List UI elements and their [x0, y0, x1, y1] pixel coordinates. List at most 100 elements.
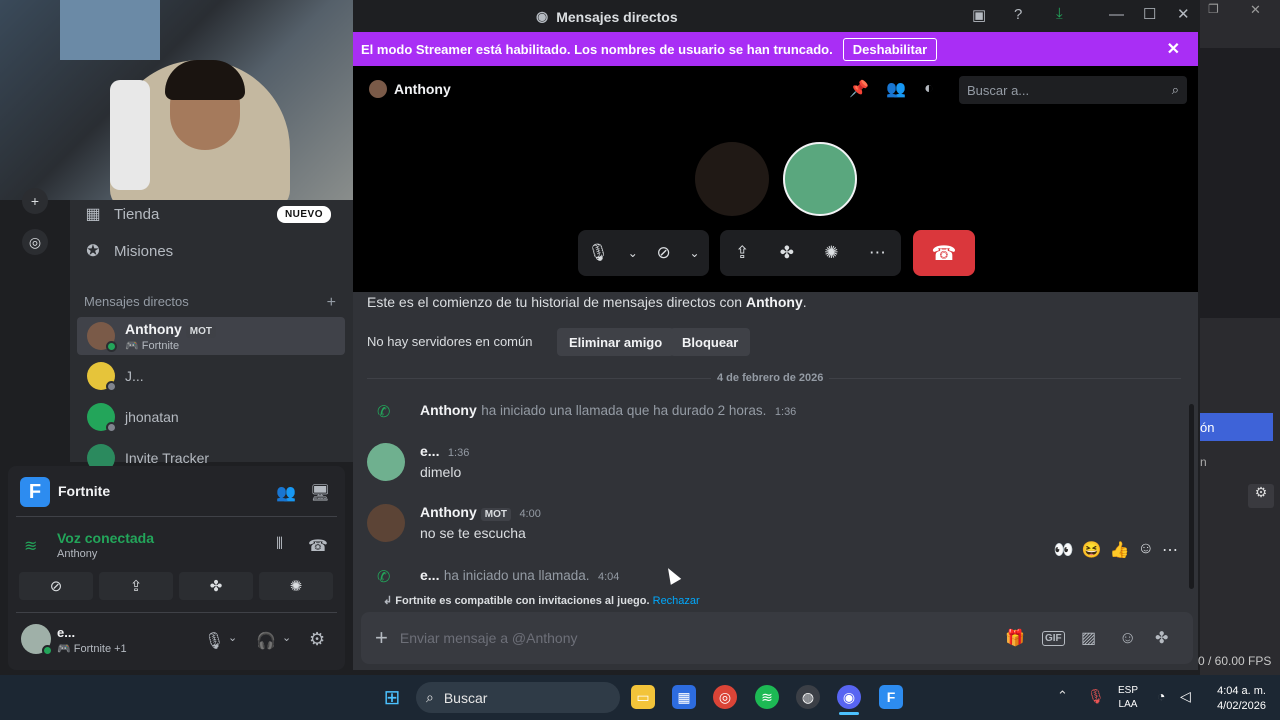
- share-screen-button[interactable]: ⇪: [99, 572, 173, 600]
- chrome-icon[interactable]: ◎: [713, 685, 737, 709]
- participant-avatar[interactable]: [783, 142, 857, 216]
- avatar[interactable]: [367, 443, 405, 481]
- maximize-icon[interactable]: ☐: [1143, 5, 1156, 23]
- soundboard-icon[interactable]: ✺: [824, 243, 838, 263]
- webcam-overlay: [0, 0, 355, 200]
- minimize-icon[interactable]: —: [1109, 6, 1124, 23]
- discord-icon[interactable]: ◉: [837, 685, 861, 709]
- window-titlebar: ◉ Mensajes directos ▣ ? ⤓ — ☐ ✕: [353, 0, 1200, 32]
- avatar[interactable]: [367, 504, 405, 542]
- avatar: [87, 362, 117, 392]
- new-badge: NUEVO: [276, 206, 331, 223]
- fps-readout: 0 / 60.00 FPS: [1198, 654, 1272, 668]
- close-icon[interactable]: ✕: [1167, 39, 1180, 59]
- avatar: [87, 403, 117, 433]
- activities-button[interactable]: ✤: [179, 572, 253, 600]
- profile-icon[interactable]: ◐: [924, 80, 934, 98]
- user-activity: 🎮 Fortnite +1: [57, 643, 127, 655]
- avatar: [87, 322, 117, 352]
- disconnect-icon[interactable]: ☎: [308, 536, 328, 556]
- participant-avatar[interactable]: [695, 142, 769, 216]
- windows-start-icon[interactable]: ⊞: [380, 685, 404, 709]
- microphone-icon[interactable]: 🎙: [204, 631, 224, 651]
- chevron-down-icon[interactable]: ⌄: [228, 631, 237, 644]
- composer-area: + 🎁 GIF ▨ ☺ ✤: [353, 610, 1198, 670]
- streamer-mode-banner: El modo Streamer está habilitado. Los no…: [353, 32, 1198, 66]
- quests-icon: ✪: [86, 243, 100, 260]
- gif-icon[interactable]: GIF: [1042, 630, 1065, 646]
- search-icon: ⌕: [426, 689, 434, 705]
- channel-header: Anthony 📌 👥 ◐ Buscar a... ⌕: [353, 66, 1198, 112]
- emoji-icon[interactable]: ☺: [1119, 628, 1136, 648]
- download-icon[interactable]: ⤓: [1056, 5, 1063, 22]
- soundboard-button[interactable]: ✺: [259, 572, 333, 600]
- sticker-icon[interactable]: ▨: [1081, 628, 1096, 648]
- user-name: e...: [57, 625, 76, 640]
- dm-item-j[interactable]: J...: [77, 357, 345, 395]
- restore-icon: ❐: [1208, 2, 1219, 16]
- phone-hangup-icon: ☎: [931, 242, 957, 265]
- chevron-up-icon[interactable]: ⌃: [1057, 688, 1068, 704]
- volume-icon[interactable]: ◁: [1180, 688, 1191, 705]
- obs-icon[interactable]: ◍: [796, 685, 820, 709]
- chevron-down-icon[interactable]: ⌄: [690, 246, 700, 260]
- camera-button[interactable]: ⊘: [19, 572, 93, 600]
- add-dm-icon[interactable]: +: [327, 294, 336, 312]
- voice-status[interactable]: Voz conectada: [57, 530, 154, 546]
- sidebar-item-quests[interactable]: ✪ Misiones: [84, 241, 344, 261]
- message-input[interactable]: [399, 630, 960, 646]
- microphone-icon[interactable]: 🎙: [1087, 688, 1105, 705]
- file-explorer-icon[interactable]: ▭: [631, 685, 655, 709]
- inbox-icon[interactable]: ▣: [972, 6, 986, 24]
- gear-icon[interactable]: ⚙: [309, 629, 325, 650]
- attach-plus-icon[interactable]: +: [375, 625, 388, 651]
- chevron-down-icon[interactable]: ⌄: [282, 631, 291, 644]
- language-indicator[interactable]: ESP LAA: [1118, 684, 1138, 712]
- headphones-icon[interactable]: 🎧: [256, 631, 276, 651]
- gift-icon[interactable]: 🎁: [1005, 628, 1025, 648]
- add-friend-icon[interactable]: 👥: [276, 483, 296, 503]
- disable-streamer-button[interactable]: Deshabilitar: [842, 37, 938, 61]
- chevron-down-icon[interactable]: ⌄: [628, 246, 638, 260]
- block-button[interactable]: Bloquear: [670, 328, 751, 356]
- thumbs-up-emoji-icon[interactable]: 👍: [1110, 540, 1130, 560]
- help-icon[interactable]: ?: [1014, 6, 1022, 23]
- game-invite-note: ↲ Fortnite es compatible con invitacione…: [383, 595, 700, 607]
- dm-item-anthony[interactable]: Anthony MOT 🎮 Fortnite: [77, 317, 345, 355]
- pin-icon[interactable]: 📌: [849, 79, 869, 99]
- reaction-bar: 👀 😆 👍 ☺ ⋯: [1054, 540, 1178, 560]
- hang-up-button[interactable]: ☎: [913, 230, 975, 276]
- laugh-emoji-icon[interactable]: 😆: [1082, 540, 1102, 560]
- voice-channel: Anthony: [57, 548, 98, 560]
- store-icon[interactable]: ▦: [672, 685, 696, 709]
- screen-share-icon[interactable]: 🖥: [310, 483, 330, 503]
- reject-invite-link[interactable]: Rechazar: [653, 595, 700, 607]
- search-input[interactable]: Buscar a... ⌕: [959, 76, 1187, 104]
- camera-off-icon[interactable]: ⊘: [657, 243, 671, 263]
- clock[interactable]: 4:04 a. m. 4/02/2026: [1206, 684, 1266, 714]
- server-icon[interactable]: +: [22, 188, 48, 214]
- activities-icon[interactable]: ✤: [780, 243, 794, 263]
- eyes-emoji-icon[interactable]: 👀: [1054, 540, 1074, 560]
- game-title: Fortnite: [58, 483, 111, 499]
- user-avatar[interactable]: [21, 624, 53, 656]
- taskbar-search[interactable]: ⌕ Buscar: [416, 682, 620, 713]
- add-friend-icon[interactable]: 👥: [886, 79, 906, 99]
- server-rail: + ◎: [0, 188, 70, 462]
- dm-section-header: Mensajes directos +: [84, 294, 336, 312]
- dm-item-jhonatan[interactable]: jhonatan: [77, 398, 345, 436]
- microphone-icon[interactable]: 🎙: [587, 243, 609, 263]
- remove-friend-button[interactable]: Eliminar amigo: [557, 328, 675, 356]
- more-icon[interactable]: ⋯: [1162, 540, 1178, 560]
- apps-icon[interactable]: ✤: [1155, 628, 1168, 648]
- more-icon[interactable]: ⋯: [869, 243, 886, 263]
- fortnite-icon[interactable]: F: [879, 685, 903, 709]
- close-icon[interactable]: ✕: [1177, 5, 1190, 23]
- spotify-icon[interactable]: ≋: [755, 685, 779, 709]
- wifi-icon[interactable]: ◔: [1157, 688, 1165, 704]
- share-screen-icon[interactable]: ⇪: [735, 243, 749, 263]
- add-reaction-icon[interactable]: ☺: [1138, 540, 1154, 560]
- scrollbar[interactable]: [1189, 404, 1194, 589]
- explore-icon[interactable]: ◎: [22, 229, 48, 255]
- noise-suppression-icon[interactable]: ⦀: [276, 536, 283, 554]
